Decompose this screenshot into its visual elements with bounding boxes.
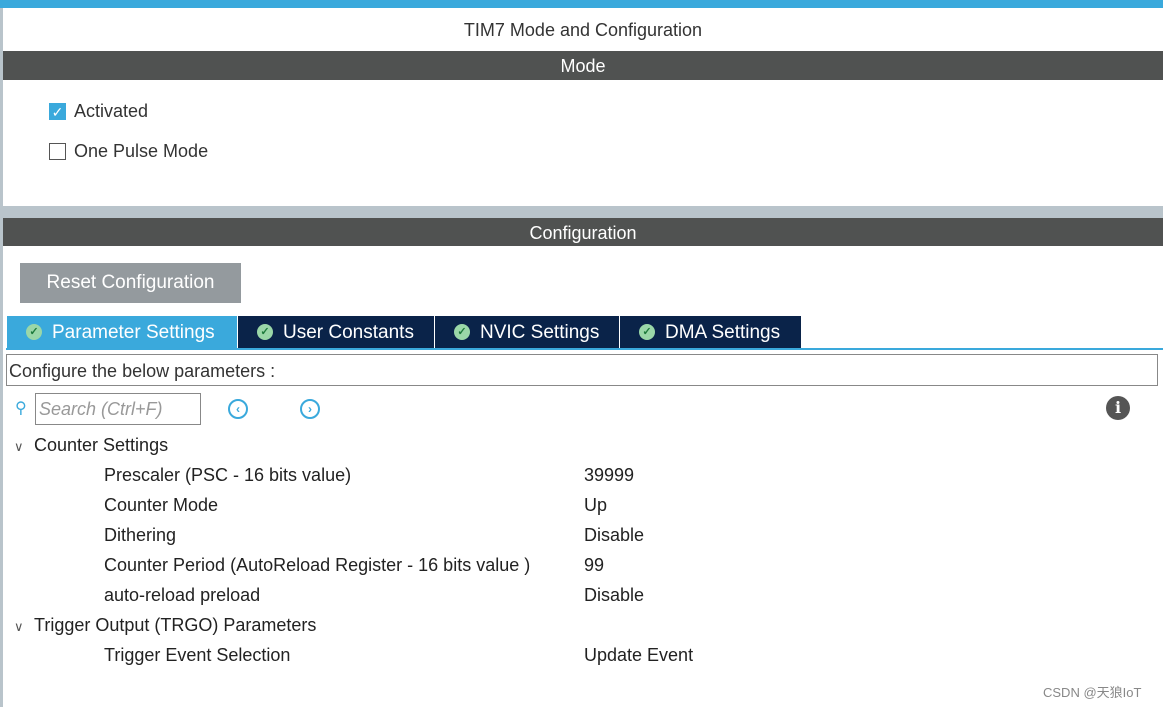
info-icon[interactable]: i [1106,396,1130,420]
watermark: CSDN @天狼IoT [1043,685,1142,700]
chevron-down-icon: ∨ [14,619,24,634]
param-name: Prescaler (PSC - 16 bits value) [104,465,352,485]
param-value[interactable]: 39999 [584,460,634,490]
mode-header: Mode [3,51,1163,80]
check-circle-icon: ✓ [26,324,42,340]
left-border [0,8,3,707]
param-value[interactable]: Disable [584,520,644,550]
tab-dma-settings[interactable]: ✓ DMA Settings [620,316,802,348]
page-title: TIM7 Mode and Configuration [463,20,703,40]
top-accent-bar [0,0,1163,8]
one-pulse-mode-label: One Pulse Mode [74,141,209,161]
chevron-down-icon: ∨ [14,439,24,454]
group-counter-settings[interactable]: ∨ Counter Settings [14,430,168,460]
param-value[interactable]: Disable [584,580,644,610]
activated-label: Activated [74,101,149,121]
param-name: Counter Period (AutoReload Register - 16… [104,555,531,575]
param-value[interactable]: Update Event [584,640,693,670]
tab-label: User Constants [283,321,414,343]
param-value[interactable]: Up [584,490,607,520]
tab-nvic-settings[interactable]: ✓ NVIC Settings [435,316,620,348]
tab-label: DMA Settings [665,321,781,343]
group-label: Trigger Output (TRGO) Parameters [34,615,317,635]
activated-checkbox[interactable]: ✓ [49,103,66,120]
tab-parameter-settings[interactable]: ✓ Parameter Settings [7,316,238,348]
param-name: Counter Mode [104,495,219,515]
param-name: Dithering [104,525,177,545]
configure-instructions: Configure the below parameters : [6,354,1158,386]
reset-configuration-button[interactable]: Reset Configuration [20,263,241,303]
param-value[interactable]: 99 [584,550,604,580]
tab-user-constants[interactable]: ✓ User Constants [238,316,435,348]
group-label: Counter Settings [34,435,169,455]
tab-label: NVIC Settings [480,321,600,343]
one-pulse-mode-checkbox[interactable] [49,143,66,160]
group-trigger-output[interactable]: ∨ Trigger Output (TRGO) Parameters [14,610,316,640]
tab-underline [6,348,1163,350]
check-circle-icon: ✓ [639,324,655,340]
check-circle-icon: ✓ [454,324,470,340]
config-tabs: ✓ Parameter Settings ✓ User Constants ✓ NVI… [7,316,802,348]
param-name: auto-reload preload [104,585,261,605]
check-circle-icon: ✓ [257,324,273,340]
search-input[interactable] [35,393,201,425]
param-name: Trigger Event Selection [104,645,291,665]
configuration-header: Configuration [3,218,1163,246]
section-divider [0,206,1163,218]
previous-match-icon[interactable]: ‹ [228,399,248,419]
search-icon: ⚲ [15,400,27,417]
tab-label: Parameter Settings [52,321,215,343]
next-match-icon[interactable]: › [300,399,320,419]
